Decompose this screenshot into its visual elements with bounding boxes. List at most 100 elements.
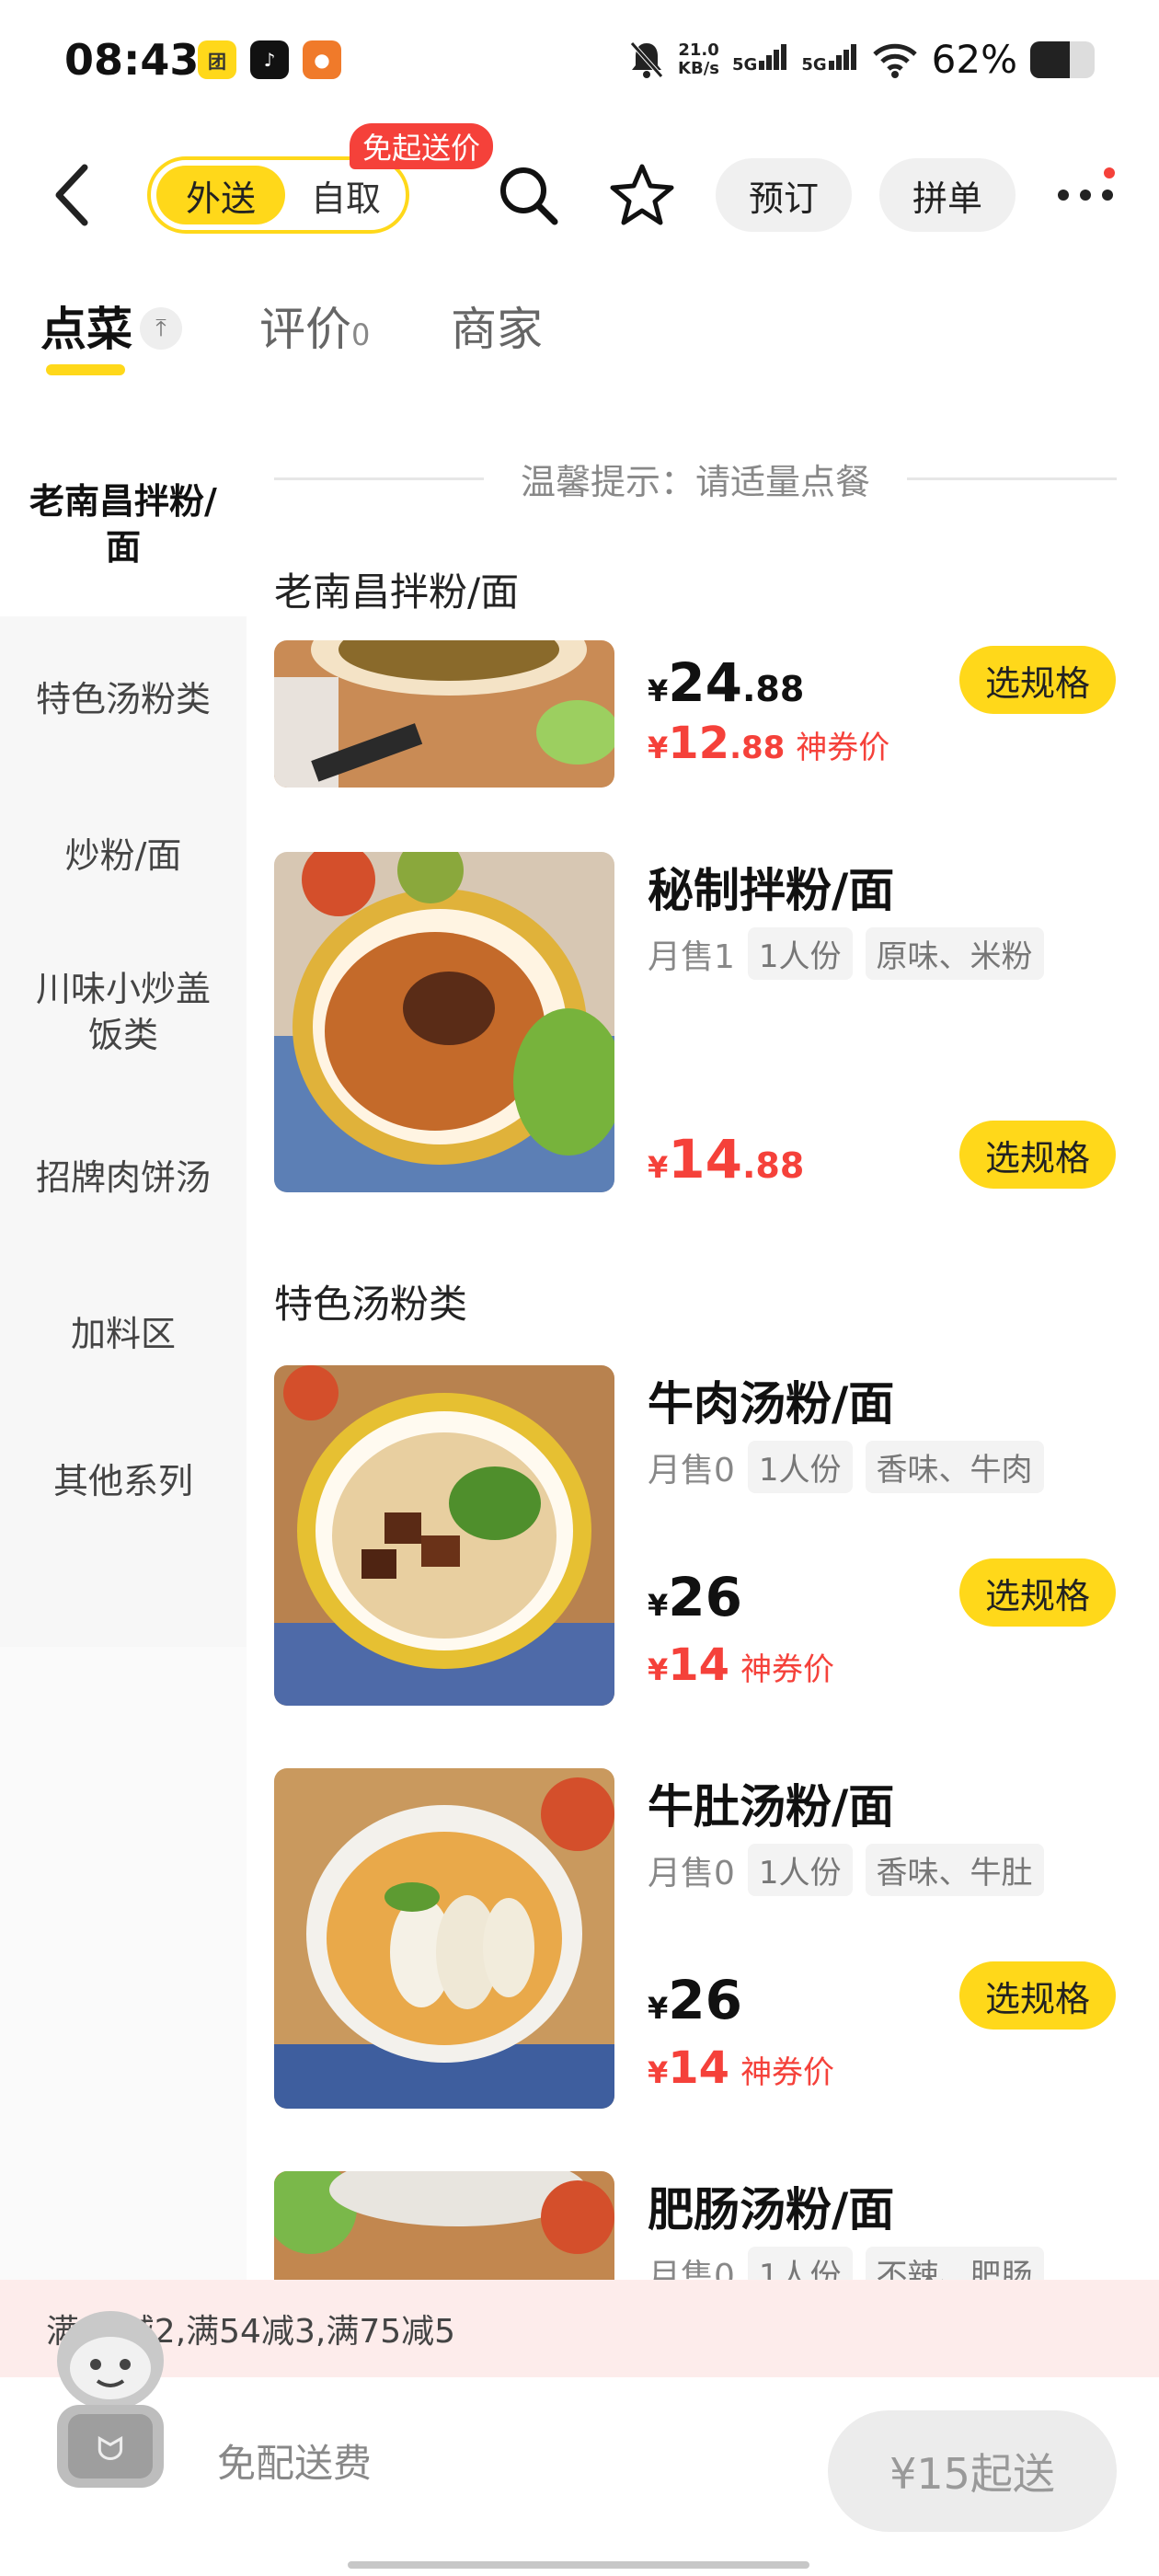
coupon-currency: ¥ bbox=[648, 2055, 669, 2090]
signal-2: 5G bbox=[801, 44, 857, 75]
sidebar-item-lao-nanchang[interactable]: 老南昌拌粉/面 bbox=[0, 432, 247, 616]
status-time: 08:43 bbox=[64, 35, 200, 85]
battery-percent: 62% bbox=[931, 37, 1017, 82]
coupon-int: 14 bbox=[668, 2042, 730, 2094]
dish-name: 牛肉汤粉/面 bbox=[648, 1377, 895, 1431]
more-button[interactable] bbox=[1049, 158, 1122, 232]
signal-1-label: 5G bbox=[732, 55, 758, 75]
tab-menu[interactable]: 点菜 bbox=[40, 293, 132, 359]
home-indicator[interactable] bbox=[348, 2561, 809, 2569]
select-spec-button[interactable]: 选规格 bbox=[959, 1961, 1116, 2030]
cart-mascot-icon[interactable]: ᗢ bbox=[37, 2304, 184, 2497]
coupon-price: ¥12.88 神券价 bbox=[648, 718, 889, 769]
status-bar: 08:43 团 ♪ ● 21.0 KB/s 5G 5G 62% bbox=[0, 0, 1159, 124]
select-spec-button[interactable]: 选规格 bbox=[959, 1558, 1116, 1627]
food-photo bbox=[274, 1768, 614, 2109]
game-app-icon: ● bbox=[303, 40, 341, 79]
search-icon bbox=[500, 167, 558, 225]
dish-image[interactable] bbox=[274, 640, 614, 788]
notification-dot bbox=[1104, 167, 1115, 178]
promo-badge: 免起送价 bbox=[350, 123, 494, 169]
price-currency: ¥ bbox=[648, 1588, 669, 1623]
meituan-app-icon: 团 bbox=[198, 40, 236, 79]
dish-meta: 月售0 1人份 香味、牛肉 bbox=[648, 1441, 1044, 1493]
price-currency: ¥ bbox=[648, 1991, 669, 2026]
taste-tag: 香味、牛肉 bbox=[865, 1441, 1044, 1493]
food-photo bbox=[274, 2171, 614, 2282]
section-title: 老南昌拌粉/面 bbox=[274, 569, 520, 615]
signal-bars-icon bbox=[828, 44, 858, 75]
dish-image[interactable] bbox=[274, 2171, 614, 2282]
more-dots-icon bbox=[1058, 190, 1113, 201]
star-icon bbox=[610, 164, 674, 225]
taste-tag: 香味、牛肚 bbox=[865, 1844, 1044, 1896]
coupon-currency: ¥ bbox=[648, 1652, 669, 1687]
net-speed-unit: KB/s bbox=[678, 58, 720, 78]
divider bbox=[274, 477, 484, 480]
coupon-dec: .88 bbox=[729, 730, 786, 766]
collapse-up-icon[interactable]: ⤒ bbox=[140, 307, 182, 350]
reserve-button[interactable]: 预订 bbox=[716, 158, 852, 232]
tab-merchant[interactable]: 商家 bbox=[451, 293, 543, 359]
monthly-sales: 月售0 bbox=[648, 2257, 735, 2283]
dish-name: 秘制拌粉/面 bbox=[648, 864, 895, 917]
coupon-price: ¥14 神券价 bbox=[648, 1639, 834, 1691]
sidebar-item-others[interactable]: 其他系列 bbox=[0, 1408, 247, 1555]
coupon-label: 神券价 bbox=[740, 1651, 835, 1688]
coupon-label: 神券价 bbox=[740, 2054, 835, 2091]
mute-bell-icon bbox=[630, 40, 663, 78]
monthly-sales: 月售1 bbox=[648, 937, 735, 976]
category-sidebar: 老南昌拌粉/面 特色汤粉类 炒粉/面 川味小炒盖饭类 招牌肉饼汤 加料区 其他系… bbox=[0, 432, 247, 2282]
min-order-button[interactable]: ¥15起送 bbox=[828, 2410, 1117, 2532]
battery-icon bbox=[1030, 40, 1095, 78]
back-button[interactable] bbox=[48, 158, 99, 232]
tab-active-indicator bbox=[46, 364, 125, 375]
tab-reviews[interactable]: 评价0 bbox=[259, 293, 370, 359]
portion-tag: 1人份 bbox=[747, 2247, 853, 2282]
dish-image[interactable] bbox=[274, 1768, 614, 2109]
dish-meta: 月售0 1人份 香味、牛肚 bbox=[648, 1844, 1044, 1896]
portion-tag: 1人份 bbox=[747, 1441, 853, 1493]
food-photo bbox=[274, 1365, 614, 1706]
dish-image[interactable] bbox=[274, 852, 614, 1192]
portion-tag: 1人份 bbox=[747, 927, 853, 980]
section-title: 特色汤粉类 bbox=[274, 1282, 468, 1327]
wifi-icon bbox=[872, 43, 917, 78]
dish-price: ¥14.88 bbox=[648, 1128, 804, 1190]
divider bbox=[907, 477, 1118, 480]
mode-pickup-tab[interactable]: 自取 bbox=[291, 166, 401, 224]
signal-2-label: 5G bbox=[801, 55, 827, 75]
sidebar-item-soup-noodles[interactable]: 特色汤粉类 bbox=[0, 616, 247, 782]
price-currency: ¥ bbox=[648, 1150, 669, 1185]
delivery-fee-text: 免配送费 bbox=[217, 2441, 373, 2486]
dish-image[interactable] bbox=[274, 1365, 614, 1706]
signal-bars-icon bbox=[759, 44, 788, 75]
sidebar-item-meatcake-soup[interactable]: 招牌肉饼汤 bbox=[0, 1095, 247, 1260]
coupon-int: 12 bbox=[668, 718, 730, 769]
group-order-button[interactable]: 拼单 bbox=[879, 158, 1016, 232]
signal-1: 5G bbox=[732, 44, 788, 75]
price-int: 26 bbox=[668, 1566, 742, 1628]
sidebar-item-add-ons[interactable]: 加料区 bbox=[0, 1260, 247, 1408]
sidebar-empty-area bbox=[0, 1647, 247, 2282]
food-photo bbox=[274, 640, 614, 788]
price-int: 24 bbox=[668, 651, 742, 714]
price-int: 14 bbox=[668, 1128, 742, 1190]
search-button[interactable] bbox=[489, 156, 567, 234]
tab-reviews-count: 0 bbox=[351, 317, 371, 352]
favorite-button[interactable] bbox=[603, 156, 681, 234]
top-nav: 外送 自取 免起送价 预订 拼单 bbox=[0, 123, 1159, 262]
select-spec-button[interactable]: 选规格 bbox=[959, 646, 1116, 714]
dish-meta: 月售0 1人份 不辣、肥肠 bbox=[648, 2247, 1044, 2282]
status-right: 21.0 KB/s 5G 5G 62% bbox=[628, 37, 1095, 82]
back-arrow-icon bbox=[55, 164, 88, 226]
price-dec: .88 bbox=[741, 1145, 805, 1186]
sidebar-item-fried-noodles[interactable]: 炒粉/面 bbox=[0, 782, 247, 929]
price-currency: ¥ bbox=[648, 673, 669, 708]
svg-text:ᗢ: ᗢ bbox=[97, 2431, 124, 2468]
mode-delivery-tab[interactable]: 外送 bbox=[156, 166, 285, 224]
sidebar-item-sichuan-rice[interactable]: 川味小炒盖饭类 bbox=[0, 929, 247, 1095]
dish-meta: 月售1 1人份 原味、米粉 bbox=[648, 927, 1044, 980]
coupon-currency: ¥ bbox=[648, 730, 669, 765]
select-spec-button[interactable]: 选规格 bbox=[959, 1121, 1116, 1189]
